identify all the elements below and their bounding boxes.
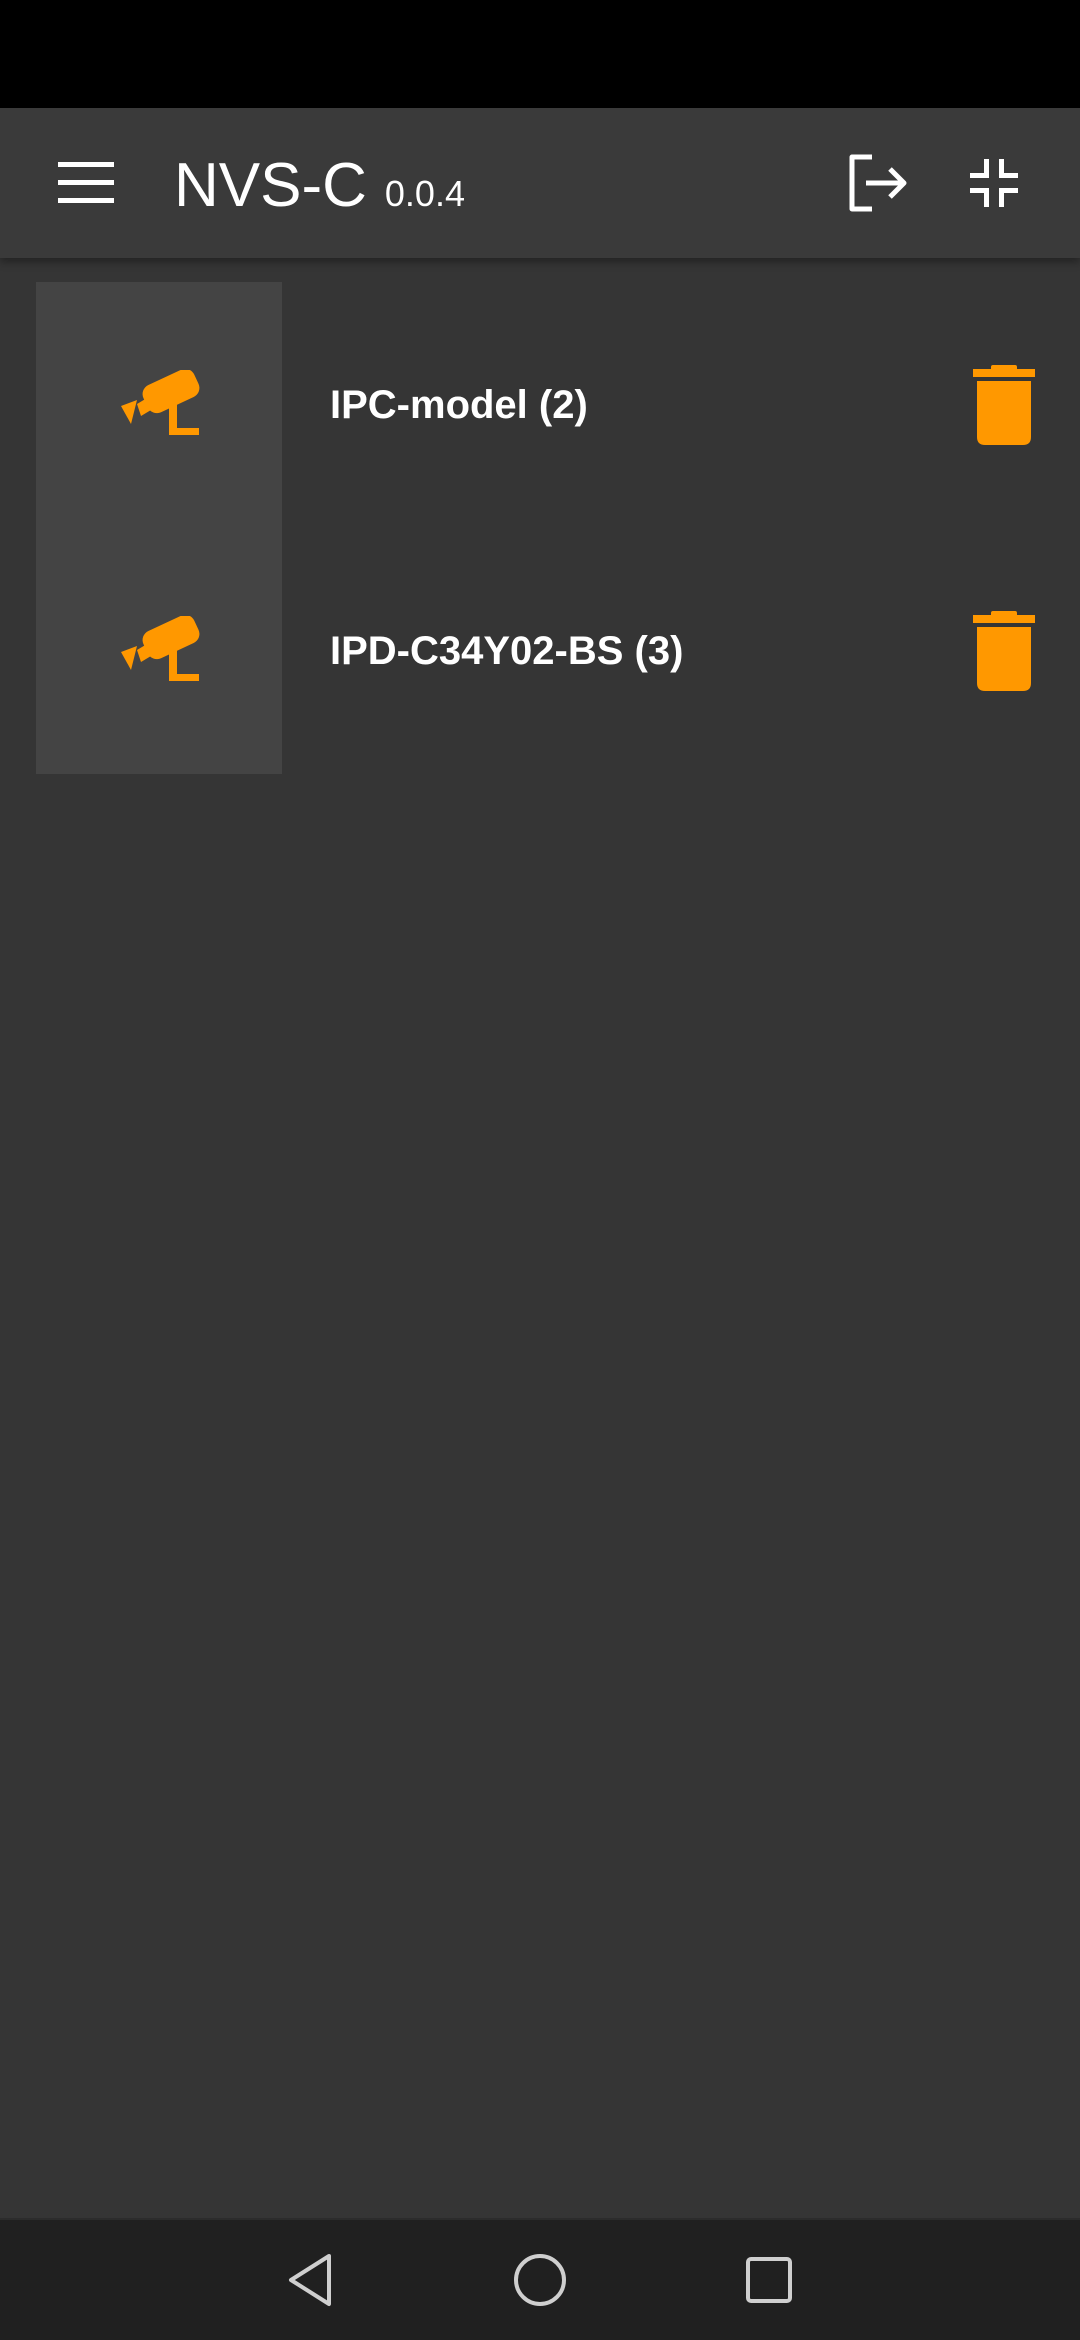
system-navigation-bar	[0, 2218, 1080, 2340]
menu-icon	[58, 162, 114, 203]
security-camera-icon	[121, 616, 200, 681]
list-item-device[interactable]: IPD-C34Y02-BS (3)	[36, 528, 1044, 774]
device-thumbnail	[36, 528, 282, 774]
fullscreen-exit-button[interactable]	[954, 143, 1034, 223]
device-name: IPD-C34Y02-BS (3)	[330, 628, 684, 673]
delete-button[interactable]	[964, 355, 1044, 455]
trash-icon	[973, 611, 1035, 691]
delete-button[interactable]	[964, 601, 1044, 701]
home-icon	[514, 2254, 566, 2306]
security-camera-icon	[121, 370, 200, 435]
app-name: NVS-C	[174, 151, 367, 220]
home-button[interactable]	[495, 2235, 585, 2325]
back-icon	[289, 2254, 331, 2306]
device-list: IPC-model (2) IPD-C34Y02-BS (3)	[0, 258, 1080, 2218]
list-item-device[interactable]: IPC-model (2)	[36, 282, 1044, 528]
recents-button[interactable]	[724, 2235, 814, 2325]
app-version: 0.0.4	[384, 173, 465, 214]
app-bar: NVS-C 0.0.4	[0, 108, 1080, 258]
device-name: IPC-model (2)	[330, 382, 588, 427]
logout-button[interactable]	[838, 143, 918, 223]
fullscreen-exit-icon	[970, 159, 1018, 207]
trash-icon	[973, 365, 1035, 445]
back-button[interactable]	[265, 2235, 355, 2325]
status-bar	[0, 0, 1080, 108]
page-title: NVS-C 0.0.4	[174, 146, 465, 226]
logout-icon	[849, 154, 907, 212]
device-thumbnail	[36, 282, 282, 528]
recents-icon	[746, 2257, 792, 2303]
menu-button[interactable]	[40, 143, 132, 223]
